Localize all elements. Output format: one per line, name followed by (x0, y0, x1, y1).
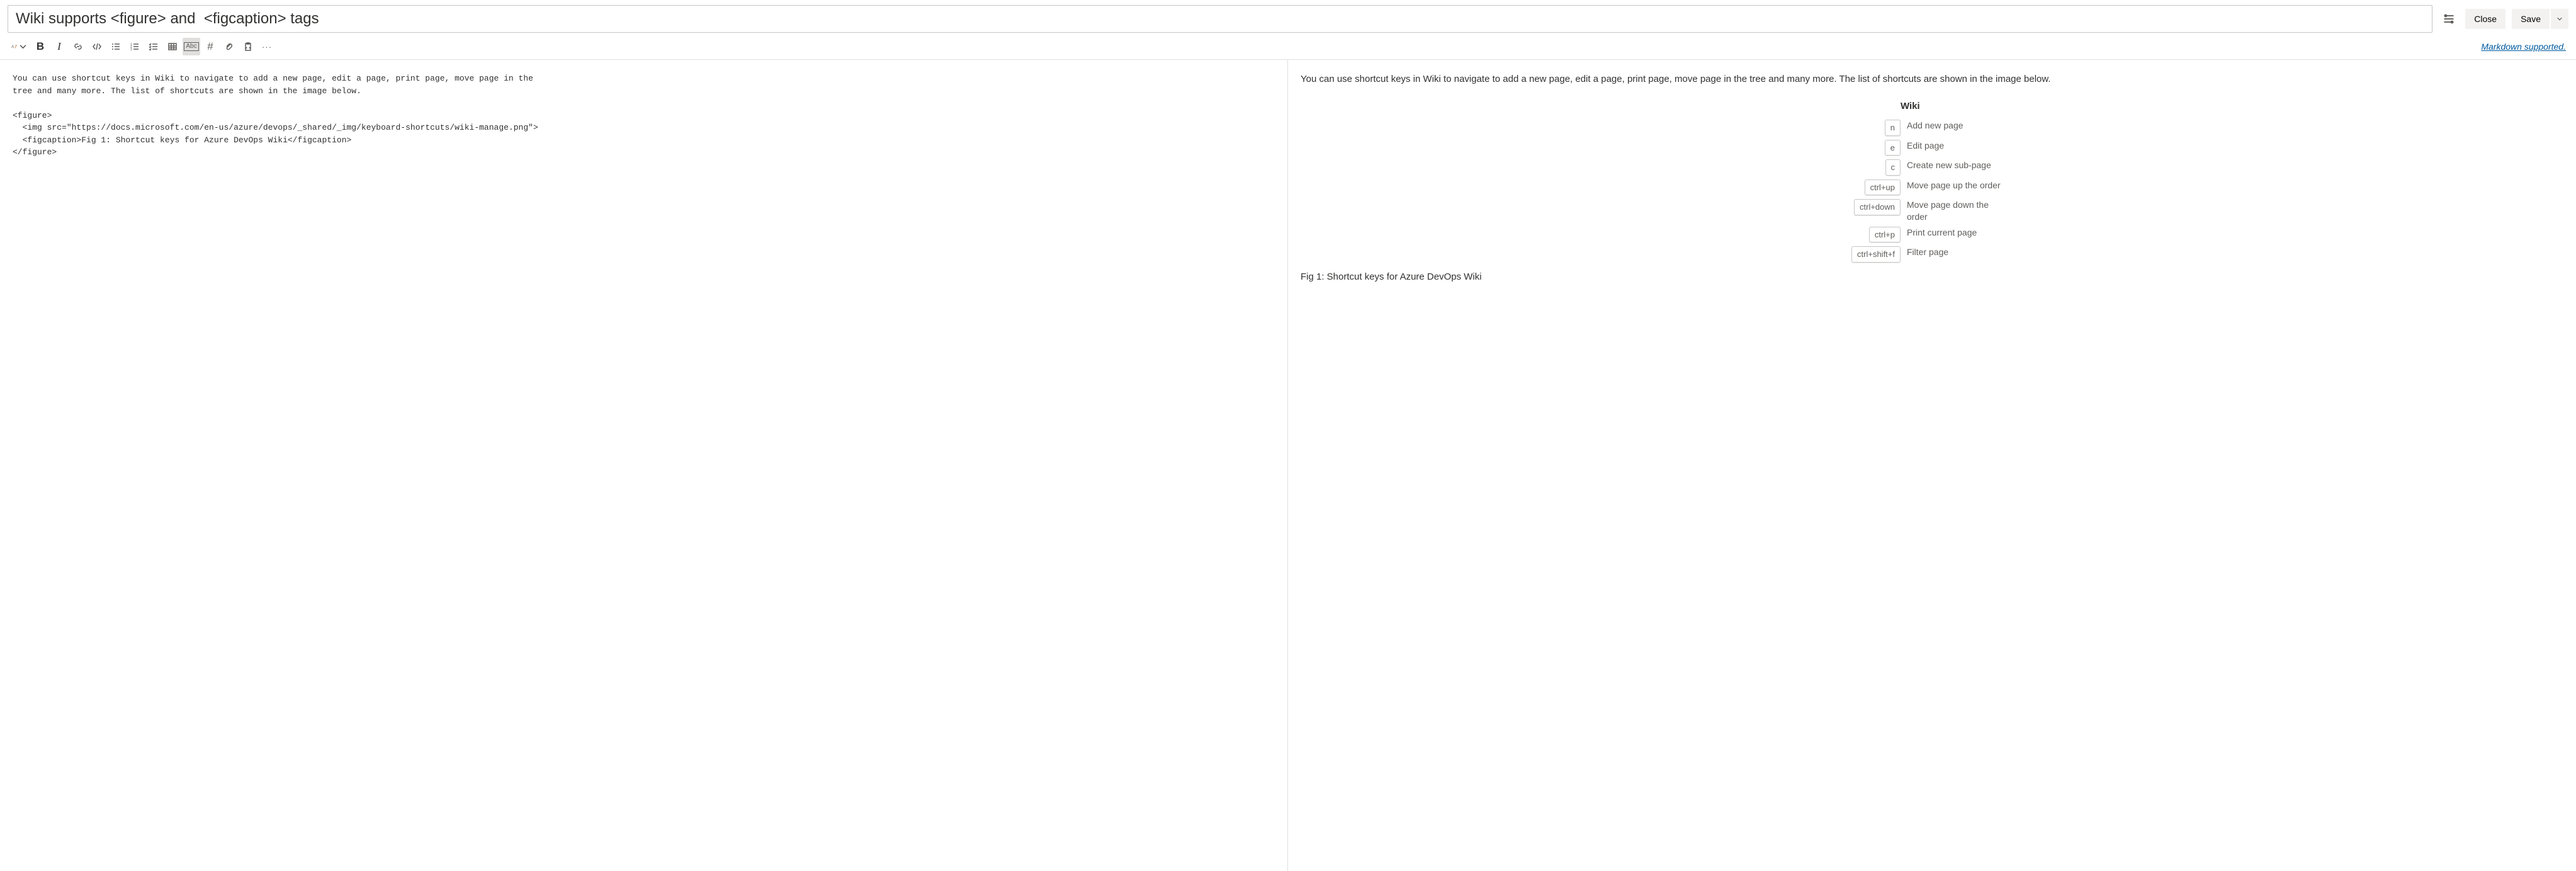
markdown-supported-link[interactable]: Markdown supported. (2481, 42, 2566, 52)
bold-icon: B (37, 40, 44, 53)
toolbar-more[interactable]: ··· (258, 38, 276, 55)
toolbar-heading-size[interactable]: A (8, 38, 30, 55)
shortcut-row: n Add new page (1850, 120, 2014, 136)
options-icon (2443, 13, 2455, 25)
chevron-down-icon (2556, 16, 2563, 22)
shortcut-key: ctrl+p (1869, 227, 1901, 243)
page-header: Close Save (0, 0, 2576, 35)
toolbar-hash[interactable]: # (201, 38, 219, 55)
shortcut-label: Create new sub-page (1907, 159, 1991, 171)
shortcut-label: Print current page (1907, 227, 1977, 239)
shortcut-label: Move page down the order (1907, 199, 2001, 223)
shortcut-label: Add new page (1907, 120, 1963, 132)
shortcut-label: Move page up the order (1907, 179, 2001, 191)
shortcut-key: c (1885, 159, 1901, 176)
paperclip-icon (224, 42, 234, 52)
shortcut-key: ctrl+shift+f (1851, 246, 1901, 263)
figure-caption: Fig 1: Shortcut keys for Azure DevOps Wi… (1301, 270, 2563, 285)
shortcut-row: c Create new sub-page (1850, 159, 2014, 176)
toolbar-link[interactable] (69, 38, 87, 55)
code-icon (92, 42, 102, 52)
shortcuts-title: Wiki (1901, 100, 2014, 114)
shortcut-key: ctrl+up (1865, 179, 1901, 196)
toolbar-label[interactable]: Abc (183, 38, 200, 55)
shortcut-key-wrap: ctrl+p (1850, 227, 1901, 243)
markdown-editor[interactable]: You can use shortcut keys in Wiki to nav… (0, 60, 1288, 871)
toolbar-table[interactable] (164, 38, 181, 55)
toolbar-right: Markdown supported. (2481, 42, 2568, 52)
shortcut-row: ctrl+p Print current page (1850, 227, 2014, 243)
shortcut-key-wrap: c (1850, 159, 1901, 176)
shortcut-row: ctrl+up Move page up the order (1850, 179, 2014, 196)
numbered-list-icon: 1 2 3 (130, 42, 140, 52)
clipboard-icon (243, 42, 253, 52)
table-icon (167, 42, 178, 52)
toolbar-bulleted-list[interactable] (107, 38, 125, 55)
toolbar-bold[interactable]: B (31, 38, 49, 55)
shortcut-key: n (1885, 120, 1901, 136)
save-menu-button[interactable] (2551, 9, 2568, 29)
save-button[interactable]: Save (2512, 9, 2550, 29)
toolbar-italic[interactable]: I (50, 38, 68, 55)
more-icon: ··· (262, 42, 272, 52)
task-list-icon (149, 42, 159, 52)
bulleted-list-icon (111, 42, 121, 52)
shortcut-key-wrap: ctrl+down (1850, 199, 1901, 215)
svg-text:3: 3 (130, 48, 132, 52)
close-button[interactable]: Close (2465, 9, 2505, 29)
shortcut-key-wrap: ctrl+shift+f (1850, 246, 1901, 263)
toolbar-task-list[interactable] (145, 38, 162, 55)
shortcut-key: ctrl+down (1854, 199, 1901, 215)
chevron-down-icon (20, 42, 26, 52)
formatting-toolbar: A B I (0, 35, 2576, 60)
shortcuts-figure: Wiki n Add new page e Edit page c Create new … (1850, 100, 2014, 263)
svg-text:A: A (11, 45, 14, 49)
toolbar-code[interactable] (88, 38, 106, 55)
editor-preview-split: You can use shortcut keys in Wiki to nav… (0, 60, 2576, 871)
page-title-input[interactable] (8, 5, 2432, 33)
toolbar-numbered-list[interactable]: 1 2 3 (126, 38, 144, 55)
shortcut-label: Filter page (1907, 246, 1948, 258)
toolbar-paste-html[interactable] (239, 38, 257, 55)
shortcut-key-wrap: n (1850, 120, 1901, 136)
page-options-button[interactable] (2439, 9, 2459, 29)
toolbar-attach[interactable] (220, 38, 238, 55)
shortcut-row: e Edit page (1850, 140, 2014, 156)
link-icon (73, 42, 83, 52)
shortcut-row: ctrl+down Move page down the order (1850, 199, 2014, 223)
shortcut-row: ctrl+shift+f Filter page (1850, 246, 2014, 263)
shortcut-key-wrap: ctrl+up (1850, 179, 1901, 196)
shortcut-label: Edit page (1907, 140, 1944, 152)
shortcut-key: e (1885, 140, 1901, 156)
label-icon: Abc (184, 42, 198, 51)
preview-intro: You can use shortcut keys in Wiki to nav… (1301, 72, 2563, 87)
shortcut-key-wrap: e (1850, 140, 1901, 156)
hash-icon: # (207, 40, 213, 53)
italic-icon: I (57, 40, 61, 53)
preview-pane: You can use shortcut keys in Wiki to nav… (1288, 60, 2576, 871)
save-button-group: Save (2512, 9, 2568, 29)
text-style-icon: A (11, 42, 18, 52)
